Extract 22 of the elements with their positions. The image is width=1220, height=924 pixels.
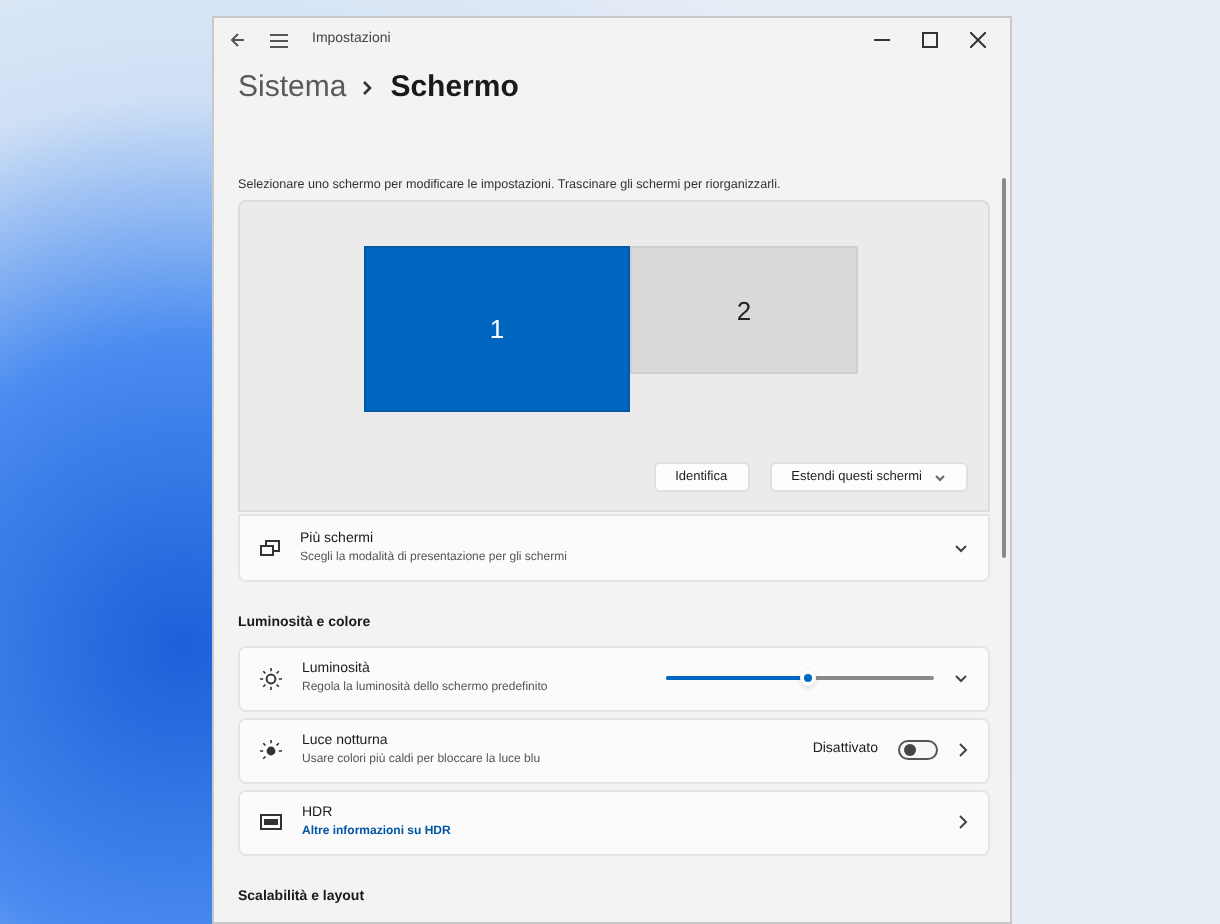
chevron-down-icon [954,673,968,684]
toggle-switch[interactable] [898,740,938,761]
breadcrumb-link[interactable]: Sistema [238,65,347,111]
scrollbar-thumb[interactable] [1002,178,1006,558]
half-sun-icon [260,739,282,762]
sun-icon [260,667,282,690]
chevron-right-icon [362,80,375,96]
close-icon[interactable] [970,32,986,48]
two-monitors-icon [260,539,280,558]
chevron-down-icon [934,473,946,482]
chevron-down-icon [954,543,968,554]
brightness-slider[interactable] [666,676,934,681]
chevron-right-icon [958,814,968,831]
page-title: Schermo [390,67,519,108]
monitor-tile[interactable]: 2 [630,246,858,375]
slider-thumb[interactable] [800,670,817,687]
back-arrow-icon[interactable] [230,32,246,48]
menu-icon[interactable] [270,33,288,47]
monitor-tile[interactable]: 1 [364,246,630,413]
hdr-screen-icon [260,814,282,831]
chevron-right-icon [958,742,968,759]
maximize-icon[interactable] [922,32,938,48]
